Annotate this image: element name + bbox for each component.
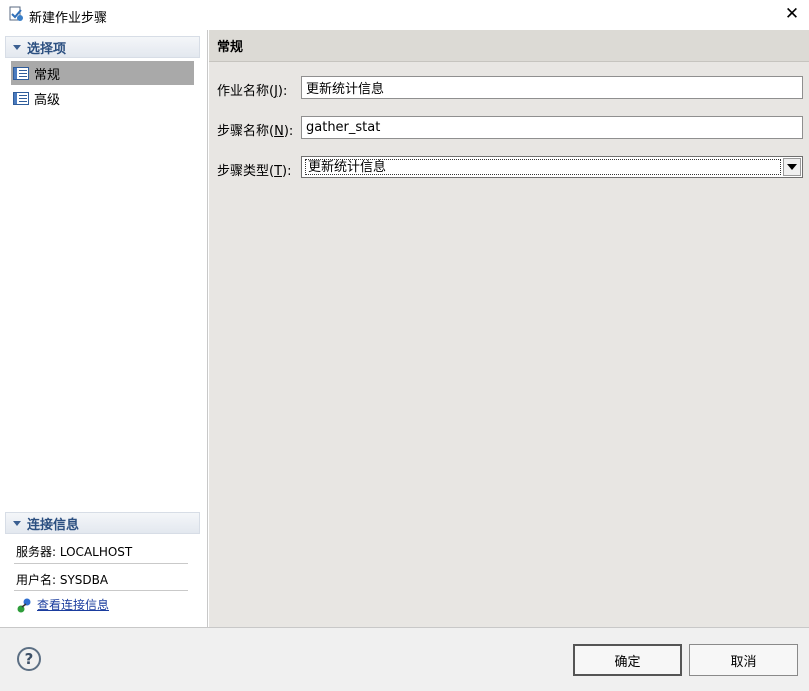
user-info: 用户名: SYSDBA — [16, 573, 109, 587]
collapse-triangle-icon — [13, 44, 21, 50]
page-title: 常规 — [209, 30, 809, 62]
page-icon — [13, 66, 29, 80]
connection-section-label: 连接信息 — [27, 517, 80, 533]
step-name-field[interactable] — [301, 116, 803, 139]
window-title: 新建作业步骤 — [29, 11, 108, 26]
ok-button[interactable]: 确定 — [573, 644, 682, 676]
step-type-label: 步骤类型(T): — [217, 164, 292, 179]
page-icon — [13, 91, 29, 105]
app-icon — [9, 6, 23, 21]
dropdown-arrow-icon[interactable] — [783, 158, 801, 176]
divider — [14, 590, 188, 591]
view-connection-label: 查看连接信息 — [37, 598, 110, 612]
collapse-triangle-icon — [13, 520, 21, 526]
step-type-select[interactable]: 更新统计信息 — [301, 156, 803, 178]
connection-icon — [17, 598, 31, 612]
nav-item-label: 高级 — [34, 92, 61, 108]
job-name-label: 作业名称(J): — [217, 84, 288, 99]
close-icon[interactable]: ✕ — [781, 3, 803, 25]
nav-item-advanced[interactable]: 高级 — [11, 86, 194, 110]
right-panel: 常规 作业名称(J): 步骤名称(N): 步骤类型(T): 更新统计信息 — [209, 30, 809, 627]
job-name-field[interactable] — [301, 76, 803, 99]
server-info: 服务器: LOCALHOST — [16, 545, 133, 559]
options-section-header[interactable]: 选择项 — [5, 36, 200, 58]
cancel-button[interactable]: 取消 — [689, 644, 798, 676]
step-name-label: 步骤名称(N): — [217, 124, 294, 139]
title-bar: 新建作业步骤 ✕ — [0, 0, 809, 30]
button-bar: ? 确定 取消 — [0, 627, 809, 691]
step-type-value: 更新统计信息 — [305, 159, 781, 175]
options-section-label: 选择项 — [27, 41, 67, 57]
divider — [14, 563, 188, 564]
nav-item-general[interactable]: 常规 — [11, 61, 194, 85]
help-icon[interactable]: ? — [17, 647, 41, 671]
view-connection-link[interactable]: 查看连接信息 — [16, 596, 109, 613]
connection-section-header[interactable]: 连接信息 — [5, 512, 200, 534]
left-panel: 选择项 常规 高级 连接信息 服务器: LOCALHOST 用户名: SYSDB… — [0, 30, 208, 627]
nav-item-label: 常规 — [34, 67, 61, 83]
